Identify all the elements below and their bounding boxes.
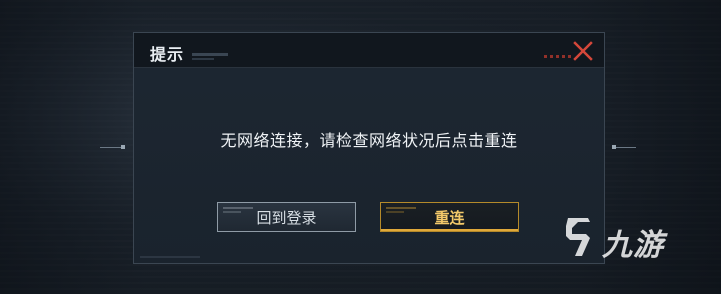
dialog-footer-line (140, 256, 200, 258)
header-stripes (544, 55, 572, 58)
back-to-login-label: 回到登录 (256, 208, 317, 227)
reconnect-label: 重连 (434, 208, 465, 227)
button-decoration-2 (223, 211, 241, 213)
left-side-tick (100, 147, 122, 148)
right-side-tick (614, 147, 636, 148)
watermark: 九游 (560, 212, 685, 264)
network-error-dialog: 提示 无网络连接，请检查网络状况后点击重连 回到登录 重连 (133, 32, 605, 264)
close-icon[interactable] (573, 41, 593, 61)
header-decoration (192, 53, 228, 56)
button-decoration-2 (386, 211, 404, 213)
dialog-title: 提示 (150, 45, 185, 64)
back-to-login-button[interactable]: 回到登录 (217, 202, 356, 232)
reconnect-button[interactable]: 重连 (380, 202, 519, 232)
dialog-message: 无网络连接，请检查网络状况后点击重连 (220, 131, 518, 150)
button-decoration (386, 207, 416, 209)
left-side-dot (121, 145, 125, 149)
dialog-header: 提示 (134, 33, 604, 68)
button-decoration (223, 207, 253, 209)
right-side-dot (612, 145, 616, 149)
watermark-text: 九游 (602, 228, 664, 263)
header-decoration-2 (192, 58, 214, 60)
9-logo-icon (566, 218, 590, 256)
